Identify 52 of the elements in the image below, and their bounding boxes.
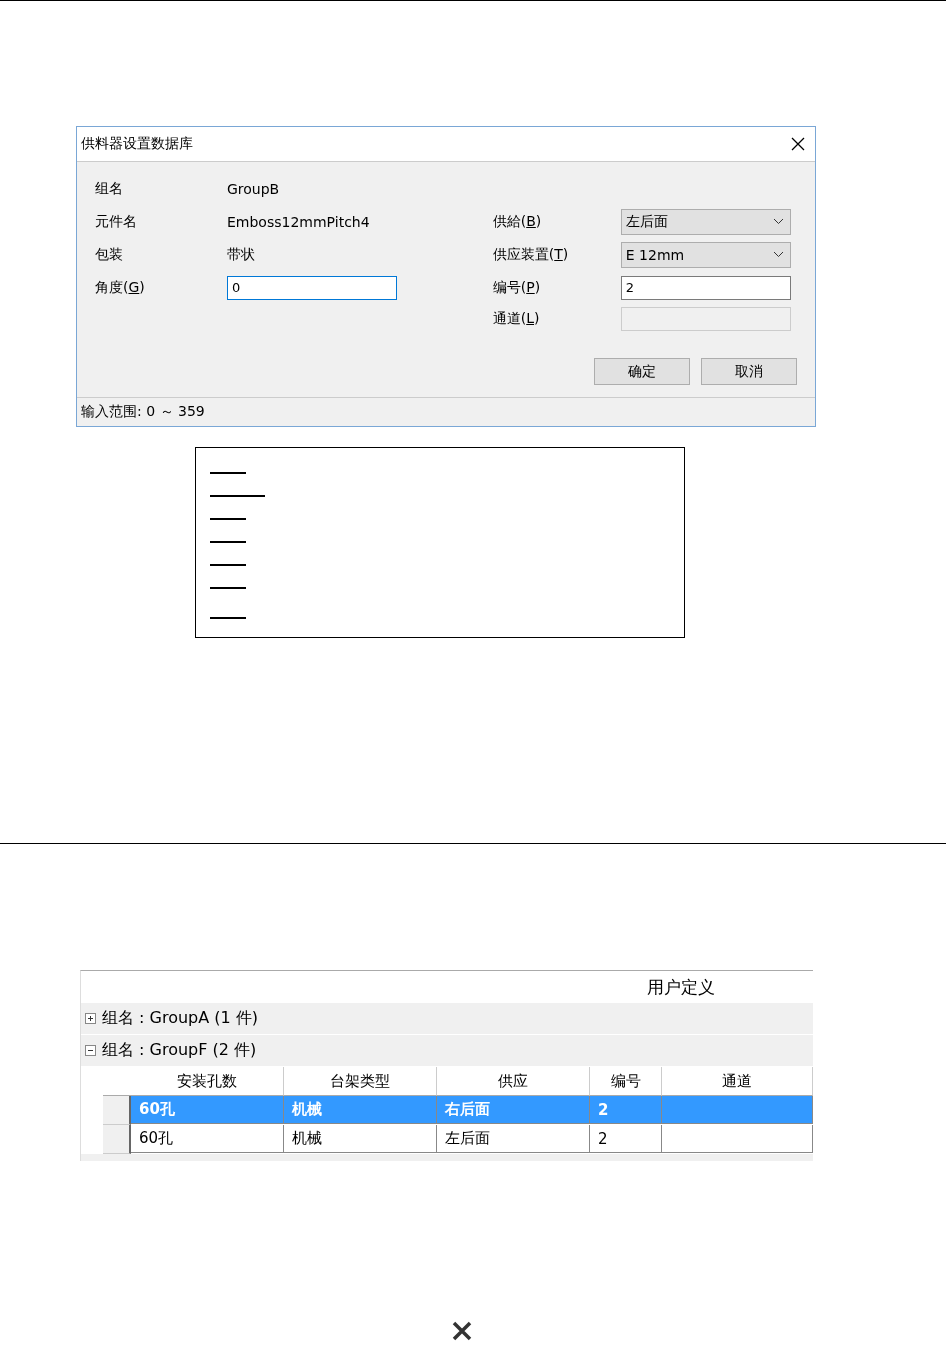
minus-box-icon[interactable] — [85, 1045, 96, 1056]
status-text: 输入范围: 0 ～ 359 — [81, 403, 205, 421]
fill-in-line — [210, 495, 265, 497]
row-header[interactable] — [103, 1125, 131, 1154]
group-label: 组名 : GroupA (1 件) — [102, 1008, 259, 1029]
field-value: Emboss12mmPitch4 — [227, 213, 371, 230]
field-value: GroupB — [227, 180, 281, 197]
table-cell: 2 — [590, 1096, 662, 1124]
fill-in-line — [210, 587, 246, 589]
plus-box-icon[interactable] — [85, 1013, 96, 1024]
field-label: 组名 — [95, 179, 124, 198]
table-cell: 2 — [590, 1125, 662, 1153]
chevron-icon — [772, 251, 784, 258]
column-header: 安装孔数 — [131, 1067, 284, 1096]
dropdown[interactable]: 左后面 — [620, 208, 791, 235]
field-label: 通道(L) — [492, 310, 541, 328]
field-label: 包装 — [95, 245, 124, 264]
table-cell: 机械 — [284, 1125, 437, 1153]
input-field[interactable]: 0 — [227, 275, 397, 300]
close-icon — [452, 1321, 472, 1341]
group-row[interactable]: 组名 : GroupF (2 件) — [81, 1035, 813, 1067]
column-header: 通道 — [662, 1067, 813, 1096]
column-header: 供应 — [437, 1067, 590, 1096]
table-cell: 右后面 — [437, 1096, 590, 1124]
fill-in-line — [210, 472, 246, 474]
field-label: 编号(P) — [492, 278, 542, 297]
dialog-button[interactable]: 取消 — [701, 358, 797, 385]
table-cell: 左后面 — [437, 1125, 590, 1153]
window-title: 供料器设置数据库 — [81, 135, 193, 153]
fill-in-line — [210, 518, 246, 520]
column-header: 编号 — [590, 1067, 662, 1096]
group-row[interactable]: 组名 : GroupA (1 件) — [81, 1003, 813, 1035]
table-cell: 60孔 — [131, 1125, 284, 1153]
chevron-icon — [772, 218, 784, 225]
fill-in-line — [210, 541, 246, 543]
field-label: 供应装置(T) — [492, 245, 570, 264]
field-label: 元件名 — [95, 212, 138, 231]
table-cell: 机械 — [284, 1096, 437, 1124]
dialog-button[interactable]: 确定 — [594, 358, 690, 385]
close-icon[interactable] — [791, 137, 805, 151]
column-header: 用户定义 — [647, 975, 715, 999]
field-label: 供給(B) — [492, 212, 543, 231]
fill-in-line — [210, 617, 246, 619]
fill-in-line — [210, 564, 246, 566]
field-value: 带状 — [227, 245, 256, 264]
input-field[interactable]: 2 — [620, 275, 791, 300]
dropdown[interactable]: E 12mm — [620, 241, 791, 268]
group-label: 组名 : GroupF (2 件) — [102, 1040, 257, 1061]
row-header[interactable] — [103, 1096, 131, 1125]
column-header: 台架类型 — [284, 1067, 437, 1096]
field-label: 角度(G) — [95, 278, 146, 297]
table-cell: 60孔 — [131, 1096, 284, 1124]
